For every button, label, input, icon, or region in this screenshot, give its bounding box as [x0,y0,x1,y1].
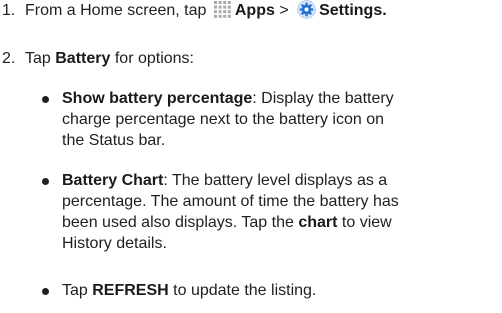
bullet-text: to view [341,214,392,231]
step-text: From a Home screen, tap [25,2,207,19]
bullet-dot [42,178,49,185]
bullet-dot [42,96,49,103]
step-1-period: . [382,2,387,19]
step-text: Tap [25,50,51,67]
bullet-dot [42,288,49,295]
settings-label: Settings [319,2,383,19]
step-1: 1. From a Home screen, tap Apps > Settin… [2,0,387,21]
bullet-line: percentage. The amount of time the batte… [62,193,399,210]
bullet-line: History details. [62,235,167,252]
bullet-text: been used also displays. Tap the [62,214,294,231]
bullet-line: Battery Chart: The battery level display… [62,170,387,191]
bullet-line: Tap REFRESH to update the listing. [62,280,316,301]
apps-grid-icon [213,1,231,18]
separator: > [279,2,289,19]
apps-label: Apps [234,2,275,19]
chart-term: chart [298,214,338,231]
bullet-text: to update the listing. [173,282,317,299]
step-text-after: for options: [114,50,194,67]
bullet-term: Battery Chart [62,172,164,189]
bullet-line: Show battery percentage: Display the bat… [62,88,394,109]
step-number: 1. [2,2,16,19]
battery-label: Battery [55,50,111,67]
bullet-line: been used also displays. Tap the chart t… [62,212,392,233]
bullet-text: : The battery level displays as a [163,172,388,189]
bullet-line: charge percentage next to the battery ic… [62,111,384,128]
step-number: 2. [2,50,16,67]
bullet-term: Show battery percentage [62,90,253,107]
refresh-term: REFRESH [92,282,169,299]
step-2: 2. Tap Battery for options: [2,48,194,69]
bullet-text: : Display the battery [252,90,394,107]
bullet-line: the Status bar. [62,132,166,149]
bullet-text: Tap [62,282,88,299]
settings-gear-icon [297,0,316,19]
